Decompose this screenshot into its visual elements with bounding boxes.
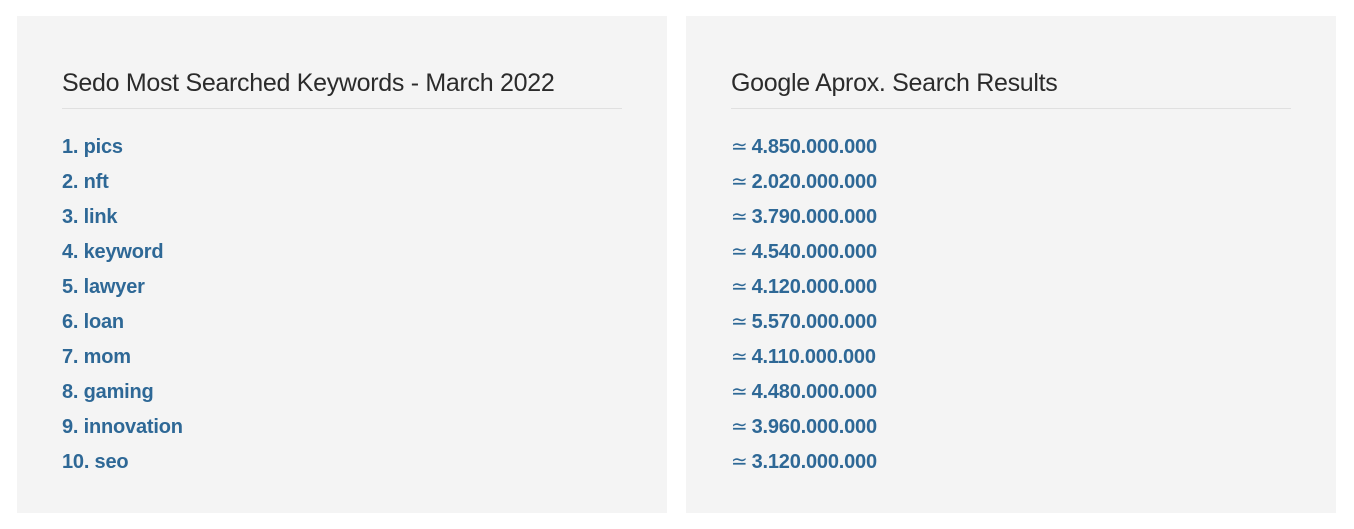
result-link[interactable]: ≃ 5.570.000.000: [731, 311, 877, 333]
keyword-link[interactable]: 3. link: [62, 206, 117, 228]
keyword-list-item: 2. nft: [62, 165, 622, 200]
results-list: ≃ 4.850.000.000 ≃ 2.020.000.000 ≃ 3.790.000…: [731, 109, 1291, 480]
result-link[interactable]: ≃ 4.480.000.000: [731, 381, 877, 403]
keyword-link[interactable]: 5. lawyer: [62, 276, 145, 298]
keyword-link[interactable]: 6. loan: [62, 311, 124, 333]
keyword-list-item: 7. mom: [62, 340, 622, 375]
keyword-link[interactable]: 4. keyword: [62, 241, 164, 263]
keyword-list-item: 6. loan: [62, 305, 622, 340]
approx-symbol: ≃: [731, 451, 748, 473]
result-list-item: ≃ 4.540.000.000: [731, 235, 1291, 270]
keyword-link[interactable]: 9. innovation: [62, 416, 183, 438]
result-link[interactable]: ≃ 3.790.000.000: [731, 206, 877, 228]
result-count: 4.850.000.000: [751, 136, 878, 158]
result-count: 2.020.000.000: [751, 171, 878, 193]
keyword-list-item: 10. seo: [62, 445, 622, 480]
keyword-link[interactable]: 8. gaming: [62, 381, 154, 403]
approx-symbol: ≃: [731, 276, 748, 298]
result-list-item: ≃ 3.960.000.000: [731, 410, 1291, 445]
keyword-link[interactable]: 2. nft: [62, 171, 109, 193]
approx-symbol: ≃: [731, 206, 748, 228]
result-list-item: ≃ 2.020.000.000: [731, 165, 1291, 200]
keyword-list-item: 4. keyword: [62, 235, 622, 270]
keywords-panel: Sedo Most Searched Keywords - March 2022…: [17, 16, 667, 513]
result-count: 5.570.000.000: [751, 311, 878, 333]
keyword-list-item: 8. gaming: [62, 375, 622, 410]
result-count: 4.110.000.000: [751, 346, 876, 368]
keywords-panel-title: Sedo Most Searched Keywords - March 2022: [62, 16, 622, 109]
approx-symbol: ≃: [731, 136, 748, 158]
keyword-list-item: 9. innovation: [62, 410, 622, 445]
result-link[interactable]: ≃ 3.120.000.000: [731, 451, 877, 473]
approx-symbol: ≃: [731, 171, 748, 193]
result-link[interactable]: ≃ 4.120.000.000: [731, 276, 877, 298]
result-link[interactable]: ≃ 4.850.000.000: [731, 136, 877, 158]
result-count: 4.540.000.000: [751, 241, 878, 263]
results-panel-title: Google Aprox. Search Results: [731, 16, 1291, 109]
result-list-item: ≃ 3.120.000.000: [731, 445, 1291, 480]
approx-symbol: ≃: [731, 311, 748, 333]
result-link[interactable]: ≃ 3.960.000.000: [731, 416, 877, 438]
result-link[interactable]: ≃ 4.110.000.000: [731, 346, 876, 368]
keyword-link[interactable]: 10. seo: [62, 451, 129, 473]
result-count: 3.960.000.000: [751, 416, 878, 438]
result-list-item: ≃ 4.110.000.000: [731, 340, 1291, 375]
approx-symbol: ≃: [731, 241, 748, 263]
keyword-list: 1. pics 2. nft 3. link 4. keyword 5. law…: [62, 109, 622, 480]
approx-symbol: ≃: [731, 416, 748, 438]
result-list-item: ≃ 4.850.000.000: [731, 130, 1291, 165]
result-link[interactable]: ≃ 4.540.000.000: [731, 241, 877, 263]
keyword-link[interactable]: 7. mom: [62, 346, 131, 368]
keyword-list-item: 1. pics: [62, 130, 622, 165]
result-count: 3.790.000.000: [751, 206, 878, 228]
results-panel: Google Aprox. Search Results ≃ 4.850.000.…: [686, 16, 1336, 513]
approx-symbol: ≃: [731, 381, 748, 403]
result-list-item: ≃ 4.120.000.000: [731, 270, 1291, 305]
approx-symbol: ≃: [731, 346, 748, 368]
result-list-item: ≃ 4.480.000.000: [731, 375, 1291, 410]
keyword-list-item: 3. link: [62, 200, 622, 235]
result-count: 4.120.000.000: [751, 276, 878, 298]
result-list-item: ≃ 3.790.000.000: [731, 200, 1291, 235]
result-link[interactable]: ≃ 2.020.000.000: [731, 171, 877, 193]
result-count: 3.120.000.000: [751, 451, 878, 473]
keyword-list-item: 5. lawyer: [62, 270, 622, 305]
keyword-link[interactable]: 1. pics: [62, 136, 123, 158]
result-count: 4.480.000.000: [751, 381, 878, 403]
result-list-item: ≃ 5.570.000.000: [731, 305, 1291, 340]
